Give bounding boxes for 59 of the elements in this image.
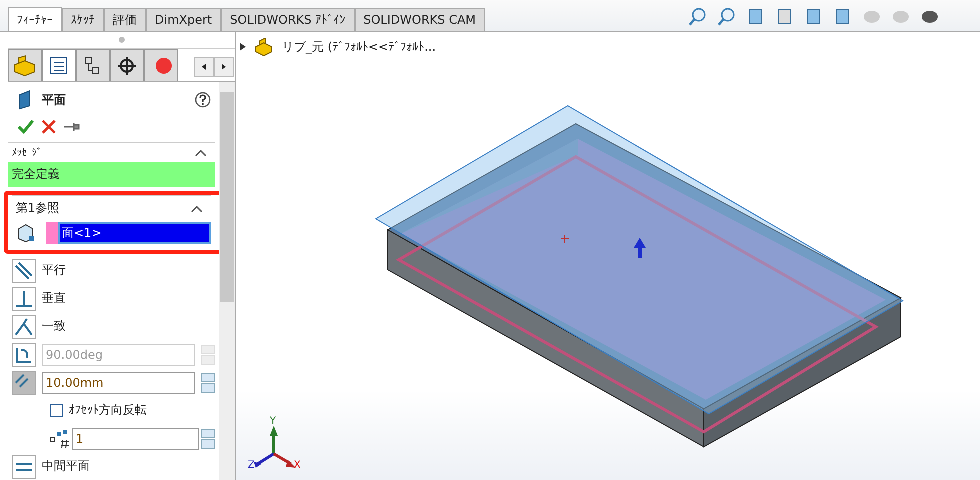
splitter-grip-icon[interactable] — [118, 37, 124, 43]
triad-drawing — [254, 426, 296, 468]
status-message: 完全定義 — [8, 162, 216, 187]
panel-tab[interactable] — [42, 49, 76, 81]
dimension-button[interactable] — [12, 342, 36, 366]
axis-label: Z — [248, 460, 255, 471]
scroll-left-button[interactable] — [194, 57, 214, 77]
panel-tab[interactable] — [76, 49, 110, 81]
feature-title: 平面 — [42, 92, 67, 108]
part-icon — [254, 38, 274, 56]
constraint-button[interactable] — [12, 454, 36, 478]
axis-label: Y — [270, 416, 276, 427]
section-title: 第1参照 — [16, 200, 60, 217]
pattern-count-icon — [50, 428, 70, 448]
collapse-chevron-icon[interactable] — [191, 204, 204, 212]
axis-label: X — [294, 460, 301, 471]
toolbar-view-icon[interactable] — [717, 6, 737, 26]
ribbon-tab[interactable]: 評価 — [104, 8, 146, 31]
collapse-chevron-icon[interactable] — [195, 149, 208, 157]
scroll-right-button[interactable] — [214, 57, 234, 77]
constraint-label: 一致 — [42, 318, 66, 335]
help-icon[interactable] — [195, 92, 212, 108]
pin-icon[interactable] — [64, 122, 80, 132]
list-icon — [48, 54, 70, 76]
part-icon — [14, 54, 36, 76]
tree-item-label[interactable]: リブ_元 (ﾃﾞﾌｫﾙﾄ<<ﾃﾞﾌｫﾙﾄ... — [282, 38, 436, 56]
parallel-lines-icon — [13, 260, 35, 282]
constraint-button[interactable] — [12, 314, 36, 338]
scrollbar[interactable] — [219, 82, 235, 480]
crosshair-icon — [116, 54, 138, 76]
toolbar-view-icon[interactable] — [688, 6, 708, 26]
cancel-x-icon[interactable] — [42, 120, 56, 134]
section-title: ﾒｯｾｰｼﾞ — [12, 147, 42, 159]
left-arrow-icon — [202, 64, 206, 70]
ribbon-tab[interactable]: ｽｹｯﾁ — [62, 8, 104, 31]
checkbox[interactable] — [50, 404, 63, 417]
dimension-button[interactable] — [12, 370, 36, 394]
ok-check-icon[interactable] — [18, 120, 34, 134]
checkbox-label: ｵﾌｾｯﾄ方向反転 — [69, 402, 147, 419]
direction-arrow-icon — [634, 238, 646, 258]
constraint-button[interactable] — [12, 258, 36, 282]
origin-mark-icon — [560, 234, 570, 244]
cube-face-icon — [16, 223, 36, 243]
panel-tab[interactable] — [110, 49, 144, 81]
color-swatch — [46, 222, 58, 244]
ribbon-tab[interactable]: SOLIDWORKS CAM — [354, 8, 486, 31]
constraint-label: 垂直 — [42, 290, 66, 307]
coincident-icon — [13, 316, 35, 338]
value-field[interactable]: 10.00mm — [42, 372, 196, 394]
expand-arrow-icon[interactable] — [240, 43, 246, 51]
constraint-label: 平行 — [42, 262, 66, 279]
constraint-label: 中間平面 — [42, 458, 90, 475]
ribbon-tab[interactable]: SOLIDWORKS ｱﾄﾞｲﾝ — [221, 8, 355, 31]
ribbon-tab[interactable]: DimXpert — [146, 8, 222, 31]
ribbon-tab[interactable]: ﾌｨｰﾁｬｰ — [8, 7, 62, 31]
selection-field[interactable]: 面<1> — [58, 222, 212, 244]
count-field[interactable]: 1 — [72, 428, 200, 450]
right-arrow-icon — [222, 64, 226, 70]
constraint-button[interactable] — [12, 286, 36, 310]
